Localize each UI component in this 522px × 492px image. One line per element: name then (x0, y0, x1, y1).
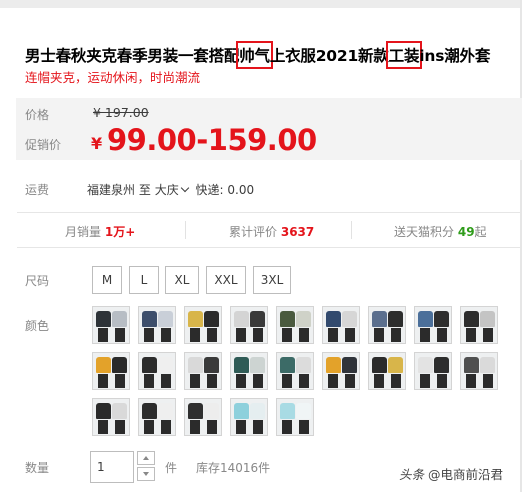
color-swatch[interactable] (276, 398, 314, 436)
size-option-l[interactable]: L (129, 266, 159, 294)
highlight-box-gongzhuang: 工装 (385, 41, 423, 69)
color-swatch[interactable] (138, 398, 176, 436)
color-swatch[interactable] (276, 306, 314, 344)
color-swatch[interactable] (230, 352, 268, 390)
caret-up-icon (143, 456, 149, 460)
shipping-fee: 快递: 0.00 (195, 183, 255, 197)
size-option-3xl[interactable]: 3XL (253, 266, 291, 294)
highlight-box-shuaiqi: 帅气 (236, 41, 273, 69)
color-swatch[interactable] (138, 306, 176, 344)
color-swatch[interactable] (414, 352, 452, 390)
monthly-sales: 月销量 1万+ (65, 225, 136, 239)
review-count[interactable]: 累计评价 3637 (229, 223, 314, 240)
sales-stats-bar: 月销量 1万+ 累计评价 3637 送天猫积分 49起 (17, 212, 520, 248)
color-swatch[interactable] (92, 352, 130, 390)
quantity-unit: 件 (165, 461, 178, 475)
color-swatch[interactable] (138, 352, 176, 390)
size-label: 尺码 (25, 274, 50, 288)
quantity-decrease-button[interactable] (137, 467, 155, 481)
color-swatch[interactable] (460, 352, 498, 390)
divider (351, 221, 352, 239)
size-option-m[interactable]: M (92, 266, 122, 294)
color-swatch[interactable] (322, 352, 360, 390)
color-swatch[interactable] (184, 306, 222, 344)
color-swatch[interactable] (460, 306, 498, 344)
original-price: ¥ 197.00 (93, 105, 149, 120)
quantity-input[interactable] (90, 451, 134, 483)
shipping-origin: 福建泉州 (87, 183, 136, 197)
color-swatch[interactable] (414, 306, 452, 344)
color-swatch[interactable] (230, 306, 268, 344)
color-swatch[interactable] (368, 306, 406, 344)
chevron-down-icon (180, 183, 189, 193)
tmall-points: 送天猫积分 49起 (394, 225, 487, 239)
price-label: 价格 (25, 108, 50, 122)
product-title: 男士春秋夹克春季男装一套搭配帅气上衣服2021新款工装ins潮外套 (25, 41, 490, 69)
size-option-xxl[interactable]: XXL (206, 266, 246, 294)
color-swatch[interactable] (230, 398, 268, 436)
color-swatch[interactable] (92, 398, 130, 436)
promo-price: 99.00-159.00 (107, 123, 317, 157)
color-label: 颜色 (25, 319, 50, 333)
color-swatch[interactable] (322, 306, 360, 344)
stock-count: 库存14016件 (196, 461, 271, 475)
shipping-label: 运费 (25, 183, 50, 197)
caret-down-icon (143, 472, 149, 476)
shipping-destination-select[interactable]: 大庆 (155, 181, 192, 198)
price-panel: 价格 ¥ 197.00 促销价 ¥ 99.00-159.00 (16, 98, 522, 160)
product-subtitle: 连帽夹克，运动休闲，时尚潮流 (25, 70, 201, 85)
size-option-xl[interactable]: XL (165, 266, 199, 294)
color-swatch[interactable] (92, 306, 130, 344)
shipping-info: 福建泉州 至 大庆 快递: 0.00 (87, 181, 254, 198)
color-swatch[interactable] (368, 352, 406, 390)
color-swatch[interactable] (276, 352, 314, 390)
color-swatch[interactable] (184, 398, 222, 436)
divider (185, 221, 186, 239)
watermark: 头条 @电商前沿君 (399, 467, 504, 482)
promo-price-label: 促销价 (25, 138, 62, 152)
quantity-label: 数量 (25, 461, 50, 475)
shipping-to-prefix: 至 (138, 183, 151, 197)
quantity-increase-button[interactable] (137, 451, 155, 465)
top-border (0, 0, 522, 8)
color-swatch[interactable] (184, 352, 222, 390)
currency-symbol: ¥ (91, 134, 103, 153)
